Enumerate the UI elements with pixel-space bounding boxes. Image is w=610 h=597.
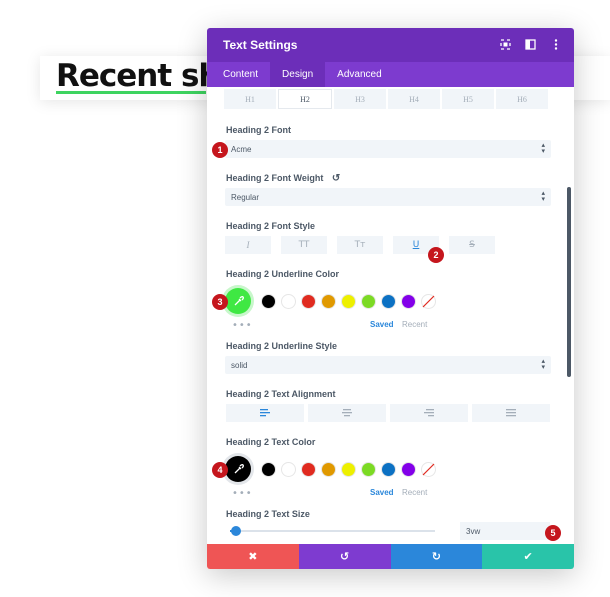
swatch-red[interactable] [301,461,316,477]
cancel-button[interactable]: ✖ [207,544,299,569]
tab-design[interactable]: Design [270,62,326,87]
tab-content[interactable]: Content [211,62,270,87]
heading-level-selector: H1 H2 H3 H4 H5 H6 [224,89,550,109]
underline-color-label: Heading 2 Underline Color [226,269,340,279]
text-size-label: Heading 2 Text Size [226,509,310,519]
capitalize-button[interactable]: Tт [337,236,383,254]
checkmark-icon: ✔ [523,550,533,563]
annotation-badge-3: 3 [212,294,228,310]
text-alignment-label: Heading 2 Text Alignment [226,389,336,399]
tab-advanced[interactable]: Advanced [325,62,393,87]
swatch-white[interactable] [281,461,296,477]
color-picker-button[interactable] [225,288,251,314]
heading-level-h6[interactable]: H6 [496,89,548,109]
align-right-icon [424,409,434,417]
annotation-badge-2: 2 [428,247,444,263]
reset-icon[interactable]: ↺ [332,173,340,184]
align-right-button[interactable] [390,404,468,422]
swatch-yellow[interactable] [341,293,356,309]
underline-color-swatches [225,288,441,314]
font-style-label: Heading 2 Font Style [226,221,316,231]
swatch-blue[interactable] [381,461,396,477]
align-center-button[interactable] [308,404,386,422]
more-colors-icon[interactable]: ••• [232,488,253,499]
select-arrows-icon: ▴ ▾ [541,142,545,155]
eyedropper-icon [234,295,244,305]
scrollbar[interactable] [567,187,571,377]
annotation-badge-4: 4 [212,462,228,478]
strikethrough-button[interactable]: S [449,236,495,254]
italic-button[interactable]: I [225,236,271,254]
annotation-badge-1: 1 [212,142,228,158]
heading-level-h2[interactable]: H2 [278,89,332,109]
heading-level-h3[interactable]: H3 [334,89,386,109]
text-color-label: Heading 2 Text Color [226,437,316,447]
align-justify-button[interactable] [472,404,550,422]
expand-icon[interactable] [499,38,512,51]
underline-style-value: solid [231,360,248,370]
font-select[interactable]: Acme ▴ ▾ [225,140,551,158]
font-label: Heading 2 Font [226,125,291,135]
save-button[interactable]: ✔ [482,544,574,569]
heading-level-h1[interactable]: H1 [224,89,276,109]
redo-icon: ↻ [431,550,441,563]
font-style-buttons: I TT Tт U S [225,236,495,254]
more-colors-icon[interactable]: ••• [232,320,253,331]
align-justify-icon [506,409,516,417]
text-alignment-buttons [226,404,550,422]
underline-style-select[interactable]: solid ▴ ▾ [225,356,551,374]
heading-underline [56,91,206,94]
underline-style-label: Heading 2 Underline Style [226,341,338,351]
modal-tabs: Content Design Advanced [207,62,574,87]
undo-button[interactable]: ↺ [298,544,391,569]
swatch-black[interactable] [261,461,276,477]
swatch-orange[interactable] [321,293,336,309]
font-weight-select[interactable]: Regular ▴ ▾ [225,188,551,206]
eyedropper-icon [234,463,244,473]
text-size-input[interactable]: 3vw [460,522,550,540]
recent-tab[interactable]: Recent [402,488,427,497]
swatch-green[interactable] [361,293,376,309]
modal-header: Text Settings [207,28,574,62]
align-left-icon [260,409,270,417]
color-picker-button[interactable] [225,456,251,482]
split-view-icon[interactable] [524,38,537,51]
more-options-icon[interactable] [549,38,562,51]
slider-handle[interactable] [231,526,241,536]
settings-panel: H1 H2 H3 H4 H5 H6 Heading 2 Font Acme ▴ ▾… [207,87,574,544]
swatch-blue[interactable] [381,293,396,309]
heading-level-h5[interactable]: H5 [442,89,494,109]
close-icon: ✖ [248,550,258,563]
swatch-purple[interactable] [401,293,416,309]
modal-title: Text Settings [223,38,298,52]
recent-tab[interactable]: Recent [402,320,427,329]
select-arrows-icon: ▴ ▾ [541,358,545,371]
text-settings-modal: Text Settings Content Design Advanced H1… [207,28,574,569]
annotation-badge-5: 5 [545,525,561,541]
align-left-button[interactable] [226,404,304,422]
redo-button[interactable]: ↻ [390,544,483,569]
saved-tab[interactable]: Saved [370,320,394,329]
heading-level-h4[interactable]: H4 [388,89,440,109]
swatch-purple[interactable] [401,461,416,477]
font-value: Acme [231,144,252,154]
select-arrows-icon: ▴ ▾ [541,190,545,203]
swatch-red[interactable] [301,293,316,309]
no-color-swatch[interactable] [421,461,436,477]
no-color-swatch[interactable] [421,293,436,309]
uppercase-button[interactable]: TT [281,236,327,254]
swatch-yellow[interactable] [341,461,356,477]
swatch-black[interactable] [261,293,276,309]
text-color-swatches [225,456,441,482]
text-size-slider[interactable] [230,526,435,536]
swatch-green[interactable] [361,461,376,477]
swatch-white[interactable] [281,293,296,309]
font-weight-label: Heading 2 Font Weight ↺ [226,173,341,184]
modal-footer: ✖ ↺ ↻ ✔ [207,544,574,569]
saved-tab[interactable]: Saved [370,488,394,497]
swatch-orange[interactable] [321,461,336,477]
align-center-icon [342,409,352,417]
font-weight-value: Regular [231,192,260,202]
undo-icon: ↺ [340,550,350,563]
